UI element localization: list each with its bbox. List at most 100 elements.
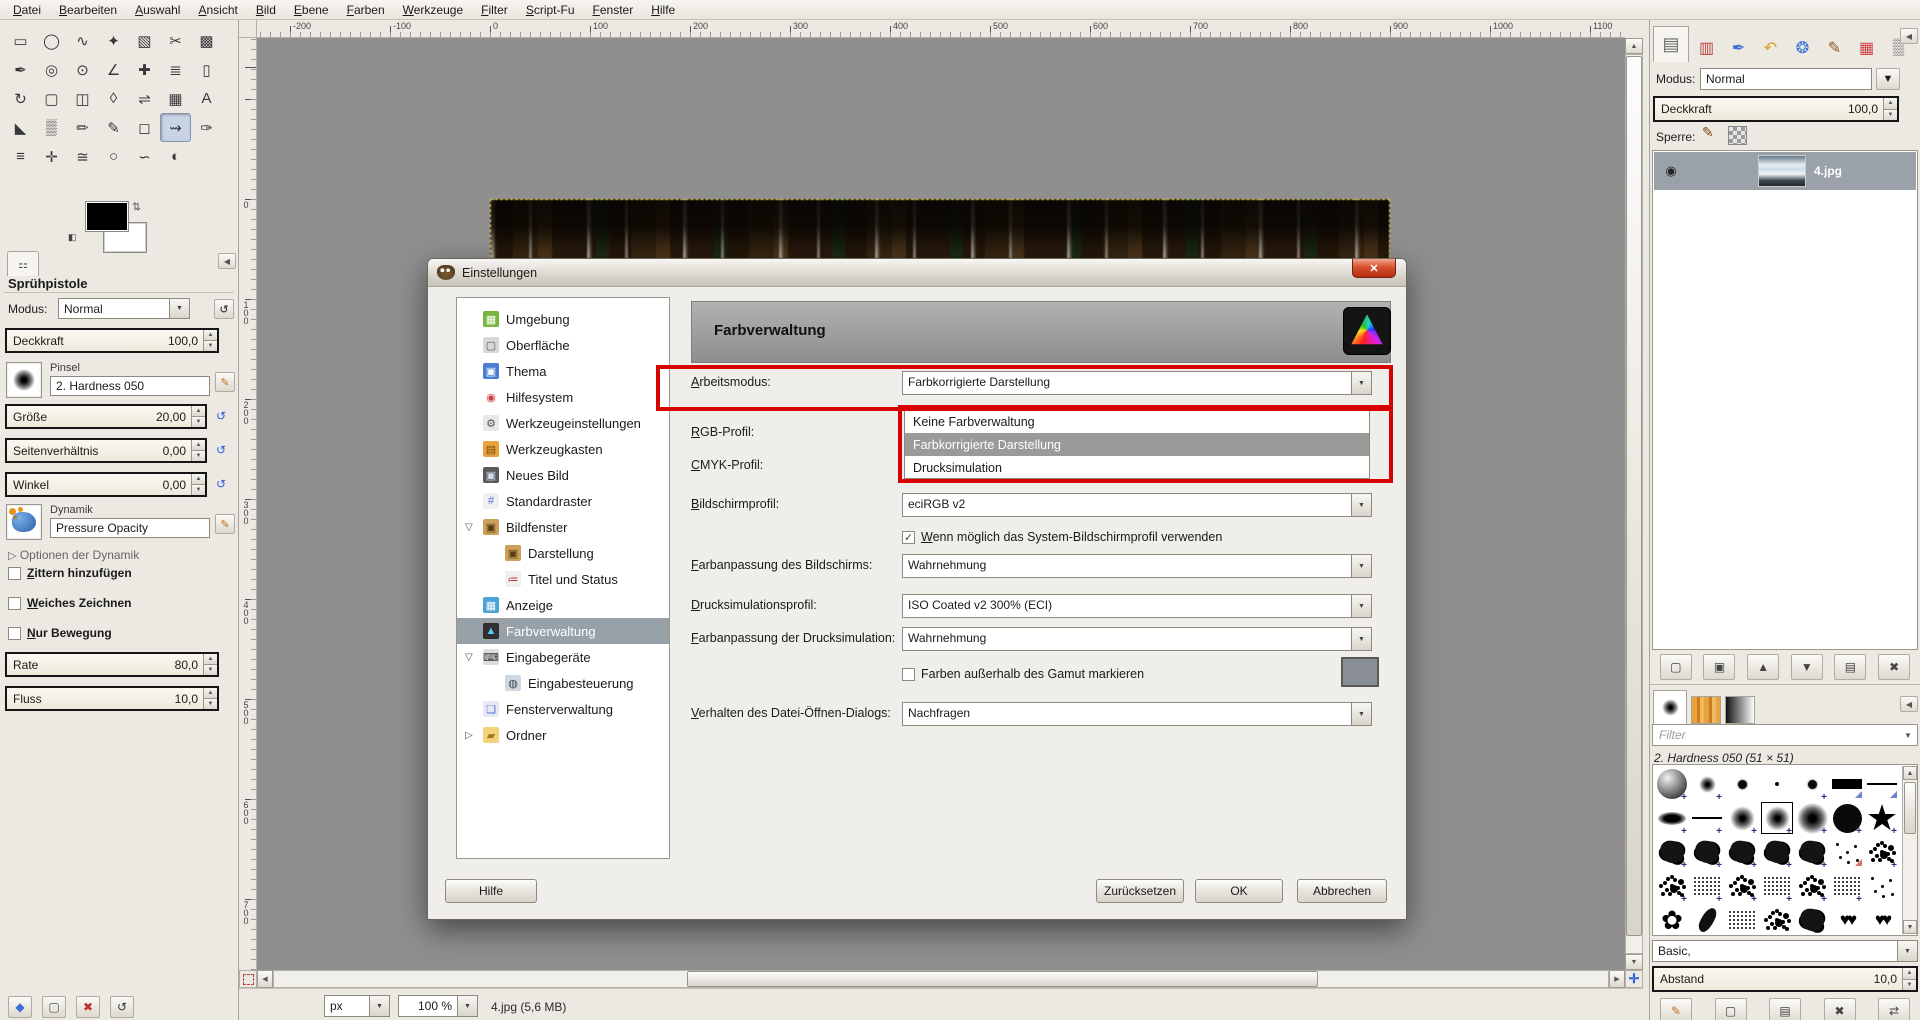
- edit-brush-button[interactable]: ✎: [1660, 998, 1692, 1020]
- menu-fenster[interactable]: Fenster: [584, 1, 643, 19]
- checkbox-icon[interactable]: [8, 567, 21, 580]
- prefs-tree-item-thema[interactable]: ▣Thema: [457, 358, 669, 384]
- spinner[interactable]: ▲▼: [203, 654, 217, 675]
- tool-cage-transform[interactable]: ▦: [160, 84, 191, 113]
- brush-chalk[interactable]: [1725, 835, 1759, 869]
- brush-tinydot[interactable]: [1760, 767, 1794, 801]
- brush-sphere[interactable]: [1655, 767, 1689, 801]
- tool-airbrush[interactable]: ⇝: [160, 113, 191, 142]
- checkbox-apply-jitter[interactable]: Zittern hinzufügen: [8, 566, 132, 580]
- tab-gradients-dialog[interactable]: [1725, 696, 1755, 724]
- tool-free-select[interactable]: ∿: [67, 26, 98, 55]
- tab-dynamics[interactable]: ❂: [1788, 34, 1817, 62]
- flow-slider[interactable]: Fluss 10,0 ▲▼: [5, 686, 219, 711]
- gamut-warning-color-swatch[interactable]: [1341, 657, 1379, 687]
- triangle-down-icon[interactable]: ▽: [465, 652, 473, 663]
- reset-button[interactable]: Zurücksetzen: [1096, 879, 1184, 903]
- brush-heart[interactable]: ♥♥: [1865, 903, 1899, 936]
- layer-row[interactable]: ◉ 4.jpg: [1654, 152, 1916, 190]
- duplicate-brush-button[interactable]: ▤: [1769, 998, 1801, 1020]
- tab-channels[interactable]: ▥: [1692, 34, 1721, 62]
- tool-blur-sharpen[interactable]: ○: [98, 142, 129, 171]
- tool-crop[interactable]: ▯: [191, 55, 222, 84]
- unit-select[interactable]: px ▼: [324, 995, 390, 1017]
- tool-scissors-select[interactable]: ✂: [160, 26, 191, 55]
- reset-options-button[interactable]: ↺: [110, 996, 134, 1018]
- tool-paintbrush[interactable]: ✎: [98, 113, 129, 142]
- layer-thumbnail[interactable]: [1758, 155, 1806, 187]
- brush-chalk[interactable]: [1690, 835, 1724, 869]
- quickmask-toggle[interactable]: [239, 970, 257, 988]
- dropdown-option[interactable]: Drucksimulation: [905, 456, 1369, 479]
- refresh-brushes-button[interactable]: ⇄: [1878, 998, 1910, 1020]
- close-icon[interactable]: ✕: [1352, 259, 1396, 278]
- brush-star[interactable]: ★: [1865, 801, 1899, 835]
- menu-datei[interactable]: Datei: [4, 1, 50, 19]
- prefs-tree-item-werkzeugeinstellungen[interactable]: ⚙Werkzeugeinstellungen: [457, 410, 669, 436]
- scroll-thumb[interactable]: [687, 971, 1318, 987]
- prefs-tree-item-hilfesystem[interactable]: ◉Hilfesystem: [457, 384, 669, 410]
- checkbox-gamut-warning[interactable]: Farben außerhalb des Gamut markieren: [902, 667, 1144, 681]
- brush-dot[interactable]: [1795, 767, 1829, 801]
- rate-slider[interactable]: Rate 80,0 ▲▼: [5, 652, 219, 677]
- monitor-profile-select[interactable]: eciRGB v2 ▼: [902, 493, 1372, 517]
- spinner[interactable]: ▲▼: [191, 406, 205, 427]
- prefs-tree-item-ordner[interactable]: ▷▰Ordner: [457, 722, 669, 748]
- prefs-tree-item-darstellung[interactable]: ▣Darstellung: [457, 540, 669, 566]
- tool-rotate[interactable]: ↻: [5, 84, 36, 113]
- spinner[interactable]: ▲▼: [1883, 98, 1897, 120]
- brush-chalk[interactable]: [1655, 835, 1689, 869]
- dropdown-option[interactable]: Farbkorrigierte Darstellung: [905, 433, 1369, 456]
- brush-texture[interactable]: [1690, 869, 1724, 903]
- brush-scrollbar[interactable]: ▲ ▼: [1902, 766, 1918, 934]
- help-button[interactable]: Hilfe: [445, 879, 537, 903]
- brush-chalk[interactable]: [1795, 835, 1829, 869]
- new-layer-button[interactable]: ▢: [1660, 654, 1692, 680]
- tool-color-picker[interactable]: ◎: [36, 55, 67, 84]
- spinner[interactable]: ▲▼: [191, 440, 205, 461]
- brush-soft-md[interactable]: [1760, 801, 1794, 835]
- lower-layer-button[interactable]: ▼: [1791, 654, 1823, 680]
- dialog-titlebar[interactable]: Einstellungen ✕: [428, 259, 1406, 287]
- tool-measure[interactable]: ∠: [98, 55, 129, 84]
- menu-scriptfu[interactable]: Script-Fu: [517, 1, 584, 19]
- tab-paths[interactable]: ✒: [1724, 34, 1753, 62]
- softproof-profile-select[interactable]: ISO Coated v2 300% (ECI) ▼: [902, 594, 1372, 618]
- dropdown-option[interactable]: Keine Farbverwaltung: [905, 410, 1369, 433]
- scroll-down-icon[interactable]: ▼: [1903, 920, 1917, 934]
- scroll-thumb[interactable]: [1904, 782, 1916, 834]
- tool-move[interactable]: ✚: [129, 55, 160, 84]
- scroll-left-icon[interactable]: ◀: [257, 970, 273, 988]
- preferences-tree[interactable]: ▦Umgebung▢Oberfläche▣Thema◉Hilfesystem⚙W…: [456, 297, 670, 859]
- brush-chalk[interactable]: [1760, 835, 1794, 869]
- prefs-tree-item-titel-und-status[interactable]: ≔Titel und Status: [457, 566, 669, 592]
- prefs-tree-item-oberfläche[interactable]: ▢Oberfläche: [457, 332, 669, 358]
- edit-brush-button[interactable]: ✎: [215, 372, 235, 392]
- horizontal-scrollbar[interactable]: ◀ ▶: [257, 970, 1625, 988]
- menu-filter[interactable]: Filter: [472, 1, 517, 19]
- swap-colors-icon[interactable]: ⇄: [130, 202, 143, 211]
- brush-scatter[interactable]: [1725, 869, 1759, 903]
- save-options-button[interactable]: ◆: [8, 996, 32, 1018]
- working-mode-dropdown-list[interactable]: Keine FarbverwaltungFarbkorrigierte Dars…: [904, 409, 1370, 479]
- brush-sparse[interactable]: [1865, 869, 1899, 903]
- foreground-color-swatch[interactable]: [86, 202, 128, 231]
- prefs-tree-item-neues-bild[interactable]: ▣Neues Bild: [457, 462, 669, 488]
- checkbox-system-monitor-profile[interactable]: ✓ Wenn möglich das System-Bildschirmprof…: [902, 530, 1222, 544]
- new-group-button[interactable]: ▣: [1703, 654, 1735, 680]
- reset-aspect-icon[interactable]: ↺: [216, 443, 226, 457]
- triangle-right-icon[interactable]: ▷: [465, 730, 473, 741]
- reset-colors-icon[interactable]: ◧: [68, 232, 77, 243]
- brush-bar[interactable]: [1830, 767, 1864, 801]
- tab-patterns[interactable]: ▦: [1852, 34, 1881, 62]
- spinner[interactable]: ▲▼: [203, 330, 217, 351]
- menu-farben[interactable]: Farben: [338, 1, 394, 19]
- tool-ellipse-select[interactable]: ◯: [36, 26, 67, 55]
- layer-opacity-slider[interactable]: Deckkraft 100,0 ▲▼: [1653, 96, 1899, 122]
- brush-ellipse[interactable]: [1655, 801, 1689, 835]
- working-mode-select[interactable]: Farbkorrigierte Darstellung ▼: [902, 371, 1372, 395]
- brush-collection-select[interactable]: Basic, ▼: [1652, 940, 1918, 962]
- scroll-up-icon[interactable]: ▲: [1625, 38, 1643, 54]
- opacity-slider[interactable]: Deckkraft 100,0 ▲▼: [5, 328, 219, 353]
- tool-rectangle-select[interactable]: ▭: [5, 26, 36, 55]
